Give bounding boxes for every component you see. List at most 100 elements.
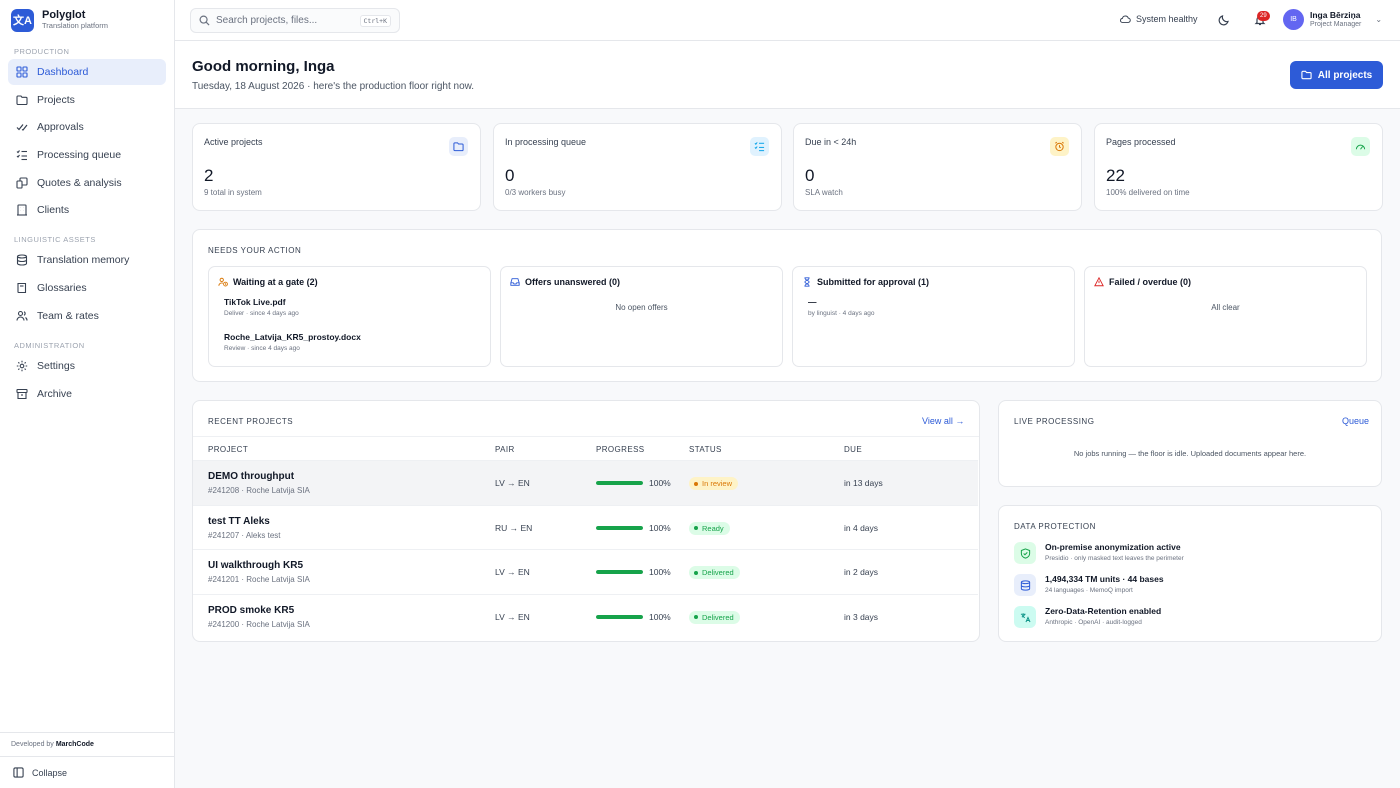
project-meta: #241207 · Aleks test (208, 530, 281, 540)
chevron-down-icon: ⌄ (1375, 15, 1383, 24)
folder-icon (16, 94, 28, 106)
gear-icon (16, 360, 28, 372)
sidebar-item-label: Approvals (37, 121, 84, 134)
system-status[interactable]: System healthy (1119, 14, 1198, 24)
user-role: Project Manager (1310, 21, 1362, 28)
table-row[interactable]: UI walkthrough KR5 #241201 · Roche Latvij… (193, 549, 978, 594)
dark-mode-toggle-icon[interactable] (1218, 14, 1230, 26)
sidebar-item-projects[interactable]: Projects (8, 87, 166, 113)
action-box: Submitted for approval (1) — by linguist ·… (792, 266, 1075, 367)
sidebar-item-label: Dashboard (37, 66, 89, 78)
sidebar-item-label: Clients (37, 204, 70, 217)
list-check-icon (16, 149, 28, 161)
search-shortcut: Ctrl+K (359, 14, 391, 27)
sidebar-footer: Developed by MarchCode Collapse (0, 732, 174, 788)
sidebar-item-processing-queue[interactable]: Processing queue (8, 142, 166, 168)
sidebar-item-glossaries[interactable]: Glossaries (8, 275, 166, 301)
live-processing-panel: LIVE PROCESSING Queue No jobs running — … (998, 400, 1382, 487)
sidebar-section-label: LINGUISTIC ASSETS (14, 235, 96, 245)
sidebar-item-dashboard[interactable]: Dashboard (8, 59, 166, 85)
sidebar-item-team-rates[interactable]: Team & rates (8, 303, 166, 329)
action-box: Waiting at a gate (2) TikTok Live.pdf Deli… (208, 266, 491, 367)
data-protection-title-text: On-premise anonymization active (1045, 542, 1181, 552)
page-title: Good morning, Inga (192, 58, 335, 75)
stat-sub: 100% delivered on time (1106, 188, 1190, 197)
sidebar-item-translation-memory[interactable]: Translation memory (8, 247, 166, 273)
stat-card[interactable]: Pages processed 22 100% delivered on time (1094, 123, 1383, 211)
action-item-name[interactable]: — (808, 297, 817, 307)
sidebar-item-label: Settings (37, 359, 75, 372)
stat-label: In processing queue (505, 137, 587, 147)
user-menu[interactable]: IB Inga Bērziņa Project Manager ⌄ (1283, 9, 1382, 30)
stat-value: 2 (204, 166, 214, 185)
archive-icon (16, 388, 28, 400)
developer-name[interactable]: MarchCode (56, 741, 94, 748)
divider (193, 436, 979, 437)
stat-sub: 0/3 workers busy (505, 188, 566, 197)
status-dot (694, 481, 698, 486)
collapse-label: Collapse (32, 767, 68, 778)
brand[interactable]: 文A Polyglot Translation platform (0, 0, 174, 40)
table-column-header: PROGRESS (596, 445, 645, 454)
sidebar-item-approvals[interactable]: Approvals (8, 114, 166, 140)
action-item-name[interactable]: Roche_Latvija_KR5_prostoy.docx (224, 332, 361, 342)
action-box: Failed / overdue (0) All clear (1084, 266, 1367, 367)
sidebar-item-archive[interactable]: Archive (8, 381, 166, 407)
sidebar-item-quotes-analysis[interactable]: Quotes & analysis (8, 170, 166, 196)
system-status-label: System healthy (1136, 14, 1198, 24)
cloud-icon (1120, 15, 1131, 23)
table-row[interactable]: PROD smoke KR5 #241200 · Roche Latvija SI… (193, 593, 978, 639)
data-protection-panel: DATA PROTECTION On-premise anonymization… (998, 505, 1382, 642)
status-label: Ready (702, 523, 724, 533)
stat-card[interactable]: In processing queue 0 0/3 workers busy (493, 123, 782, 211)
due-date: in 3 days (844, 611, 879, 622)
project-name[interactable]: DEMO throughput (208, 471, 294, 482)
action-item-meta: Review · since 4 days ago (224, 345, 300, 352)
brand-subtitle: Translation platform (42, 21, 108, 30)
table-row[interactable]: DEMO throughput #241208 · Roche Latvija S… (193, 460, 978, 505)
all-projects-button[interactable]: All projects (1290, 61, 1383, 89)
action-item-meta: by linguist · 4 days ago (808, 310, 875, 317)
developed-by: Developed by MarchCode (0, 732, 174, 756)
progress-bar (596, 570, 643, 574)
stat-card[interactable]: Active projects 2 9 total in system (192, 123, 481, 211)
sidebar-collapse-icon (13, 767, 24, 778)
search-icon (199, 15, 210, 26)
sidebar-item-clients[interactable]: Clients (8, 197, 166, 223)
live-processing-title: LIVE PROCESSING (1014, 417, 1095, 426)
recent-projects-title: RECENT PROJECTS (208, 417, 294, 426)
collapse-button[interactable]: Collapse (0, 756, 174, 788)
action-item-name[interactable]: TikTok Live.pdf (224, 297, 286, 307)
dashboard-icon (16, 66, 28, 78)
building-icon (16, 204, 28, 216)
translate-icon (1014, 606, 1036, 628)
action-item-meta: Deliver · since 4 days ago (224, 310, 299, 317)
hourglass-icon (802, 277, 812, 287)
progress-label: 100% (649, 522, 671, 533)
inbox-icon (510, 277, 520, 287)
action-box-title: Failed / overdue (0) (1094, 277, 1191, 287)
language-pair: LV → EN (495, 478, 530, 488)
stat-label: Due in < 24h (805, 137, 857, 147)
search-input[interactable]: Search projects, files... Ctrl+K (190, 8, 400, 33)
table-row[interactable]: test TT Aleks #241207 · Aleks test RU → EN… (193, 504, 978, 550)
project-name[interactable]: UI walkthrough KR5 (208, 560, 303, 571)
translate-logo-icon: 文A (11, 8, 34, 32)
sidebar-item-settings[interactable]: Settings (8, 353, 166, 379)
table-column-header: PAIR (495, 445, 515, 454)
recent-projects-panel: RECENT PROJECTS View all → PROJECT PAIR PR… (192, 400, 980, 642)
project-name[interactable]: test TT Aleks (208, 516, 270, 527)
progress-fill (596, 614, 643, 619)
due-date: in 4 days (844, 522, 879, 533)
developed-by-prefix: Developed by (11, 741, 54, 748)
queue-link[interactable]: Queue (1342, 416, 1369, 426)
data-protection-title-text: 1,494,334 TM units · 44 bases (1045, 574, 1164, 584)
action-box-title: Offers unanswered (0) (510, 277, 620, 287)
alarm-icon (1050, 137, 1069, 156)
project-name[interactable]: PROD smoke KR5 (208, 605, 294, 616)
stat-card[interactable]: Due in < 24h 0 SLA watch (793, 123, 1082, 211)
action-box-title: Submitted for approval (1) (802, 277, 929, 287)
view-all-link[interactable]: View all → (922, 416, 964, 426)
progress-label: 100% (649, 611, 671, 622)
progress-label: 100% (649, 567, 671, 577)
